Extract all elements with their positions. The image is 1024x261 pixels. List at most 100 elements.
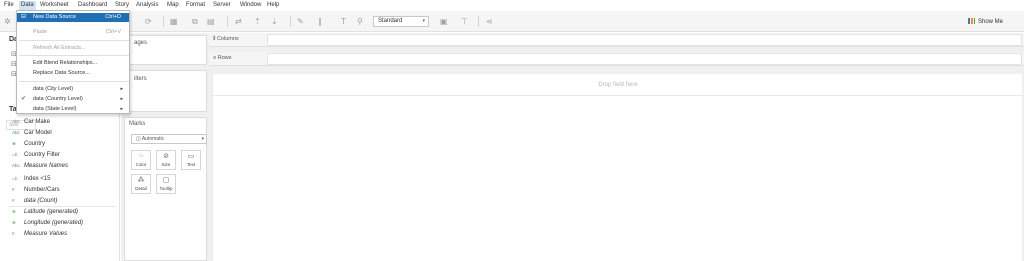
menu-replace-data-source[interactable]: Replace Data Source... <box>17 69 129 78</box>
field-label: Latitude (generated) <box>24 209 79 215</box>
detail-button[interactable]: ⁂ Detail <box>131 174 151 194</box>
chevron-right-icon: ▸ <box>120 86 123 92</box>
menu-separator <box>19 40 129 41</box>
field-car-make[interactable]: Abc Car Make <box>12 119 50 125</box>
pages-card[interactable]: ages <box>124 35 207 65</box>
color-button[interactable]: ⁘ Color <box>131 150 151 170</box>
menu-dashboard[interactable]: Dashboard <box>78 2 107 8</box>
field-measure-names[interactable]: Abc Measure Names <box>12 163 68 169</box>
field-label: data (Count) <box>24 198 58 204</box>
size-icon: ⊘ <box>163 153 169 160</box>
cards-icon[interactable]: ▣ <box>440 17 448 26</box>
menu-edit-blend-relationships[interactable]: Edit Blend Relationships... <box>17 59 129 68</box>
menu-data[interactable]: Data <box>19 1 36 10</box>
string-type-icon: Abc <box>12 119 20 124</box>
filters-title: ilters <box>134 76 147 82</box>
menu-window[interactable]: Window <box>240 2 261 8</box>
toolbar-separator <box>290 16 291 27</box>
field-label: Number/Cars <box>24 187 60 193</box>
menu-data-city-level[interactable]: data (City Level) ▸ <box>17 85 129 94</box>
field-measure-values[interactable]: # Measure Values <box>12 231 67 237</box>
toolbar: ✲ ⟳ ▦ ⧉ ▤ ⇄ ⇡ ⇣ ✎ ∥ T ⚲ Standard ▾ ▣ ⊤ ⋖… <box>0 11 1024 32</box>
filters-card[interactable]: ilters <box>124 70 207 112</box>
field-label: Car Model <box>24 130 52 136</box>
drop-field-zone[interactable]: Drop field here <box>213 74 1023 96</box>
text-button[interactable]: ▭ Text <box>181 150 201 170</box>
tooltip-icon: ▢ <box>162 177 170 184</box>
field-car-model[interactable]: Abc Car Model <box>12 130 52 136</box>
menu-analysis[interactable]: Analysis <box>136 2 158 8</box>
menu-item-label: Paste <box>33 29 48 35</box>
highlight-icon[interactable]: ✎ <box>297 17 304 26</box>
rows-drop-zone[interactable] <box>267 53 1022 65</box>
menu-format[interactable]: Format <box>186 2 205 8</box>
new-sheet-icon[interactable]: ▦ <box>170 17 178 26</box>
fit-dropdown[interactable]: Standard ▾ <box>373 16 429 27</box>
fit-value: Standard <box>378 18 403 24</box>
menu-new-data-source[interactable]: ⊟ New Data Source Ctrl+D <box>17 13 129 22</box>
menu-item-label: data (City Level) <box>33 86 74 92</box>
columns-shelf: ⦀ Columns <box>209 33 1024 47</box>
menu-file[interactable]: File <box>4 2 14 8</box>
size-button[interactable]: ⊘ Size <box>156 150 176 170</box>
field-index-15[interactable]: =Σ Index <15 <box>12 176 51 182</box>
swap-axes-icon[interactable]: ⇄ <box>235 17 242 26</box>
new-datasource-icon: ⊟ <box>21 14 27 20</box>
color-icon: ⁘ <box>138 153 144 160</box>
rows-label: ≡ Rows <box>213 55 232 61</box>
pin-axes-icon[interactable]: ⚲ <box>357 17 363 26</box>
menu-item-label: New Data Source <box>33 14 77 20</box>
field-longitude[interactable]: ⊕ Longitude (generated) <box>12 220 83 226</box>
field-latitude[interactable]: ⊕ Latitude (generated) <box>12 209 78 215</box>
dimension-measure-divider <box>8 206 116 207</box>
menu-worksheet[interactable]: Worksheet <box>40 2 69 8</box>
clear-sheet-icon[interactable]: ▤ <box>207 17 215 26</box>
tooltip-button[interactable]: ▢ Tooltip <box>156 174 176 194</box>
menu-story[interactable]: Story <box>115 2 129 8</box>
show-labels-icon[interactable]: T <box>341 17 346 26</box>
menu-server[interactable]: Server <box>213 2 231 8</box>
sort-ascending-icon[interactable]: ⇡ <box>254 17 261 26</box>
menu-separator <box>19 55 129 56</box>
rows-shelf: ≡ Rows <box>209 52 1024 66</box>
data-menu-dropdown: ⊟ New Data Source Ctrl+D Paste Ctrl+V Re… <box>16 10 130 114</box>
field-data-count[interactable]: # data (Count) <box>12 198 57 204</box>
menu-data-state-level[interactable]: data (State Level) ▸ <box>17 105 129 114</box>
marks-card: Marks ◫ Automatic ▾ ⁘ Color ⊘ Size ▭ Text ⁂… <box>124 117 207 261</box>
group-members-icon[interactable]: ∥ <box>318 17 322 26</box>
menu-item-label: Edit Blend Relationships... <box>33 60 98 66</box>
show-me-button[interactable]: Show Me <box>968 18 1003 25</box>
field-country-filter[interactable]: =Σ Country Filter <box>12 152 60 158</box>
menu-shortcut: Ctrl+V <box>105 29 121 35</box>
tableau-logo-icon[interactable]: ✲ <box>4 17 11 26</box>
columns-label-text: Columns <box>216 36 239 42</box>
show-me-label: Show Me <box>978 19 1004 25</box>
field-label: Car Make <box>24 119 51 125</box>
menu-help[interactable]: Help <box>267 2 279 8</box>
menu-data-country-level[interactable]: ✔ data (Country Level) ▸ <box>17 95 129 104</box>
sort-descending-icon[interactable]: ⇣ <box>271 17 278 26</box>
field-number-cars[interactable]: # Number/Cars <box>12 187 60 193</box>
columns-drop-zone[interactable] <box>267 34 1022 46</box>
field-country[interactable]: ⊕ Country <box>12 141 45 147</box>
columns-label: ⦀ Columns <box>213 36 239 42</box>
text-icon: ▭ <box>187 153 195 160</box>
share-icon[interactable]: ⋖ <box>486 17 493 26</box>
worksheet-canvas[interactable]: Drop field here <box>212 74 1023 261</box>
presentation-icon[interactable]: ⊤ <box>461 17 468 26</box>
menu-refresh-all-extracts[interactable]: Refresh All Extracts... <box>17 44 129 53</box>
refresh-icon[interactable]: ⟳ <box>145 17 152 26</box>
mark-type-dropdown[interactable]: ◫ Automatic ▾ <box>131 134 207 144</box>
menu-map[interactable]: Map <box>167 2 179 8</box>
chevron-down-icon: ▾ <box>422 18 425 24</box>
menu-item-label: Refresh All Extracts... <box>33 45 86 51</box>
menu-item-label: data (State Level) <box>33 106 77 112</box>
color-label: Color <box>135 162 147 167</box>
menu-paste[interactable]: Paste Ctrl+V <box>17 28 129 37</box>
show-me-icon <box>968 18 975 24</box>
chevron-right-icon: ▸ <box>120 96 123 102</box>
duplicate-sheet-icon[interactable]: ⧉ <box>192 17 198 26</box>
calc-field-icon: =Σ <box>12 176 18 181</box>
toolbar-separator <box>227 16 228 27</box>
menu-item-label: Replace Data Source... <box>33 70 90 76</box>
